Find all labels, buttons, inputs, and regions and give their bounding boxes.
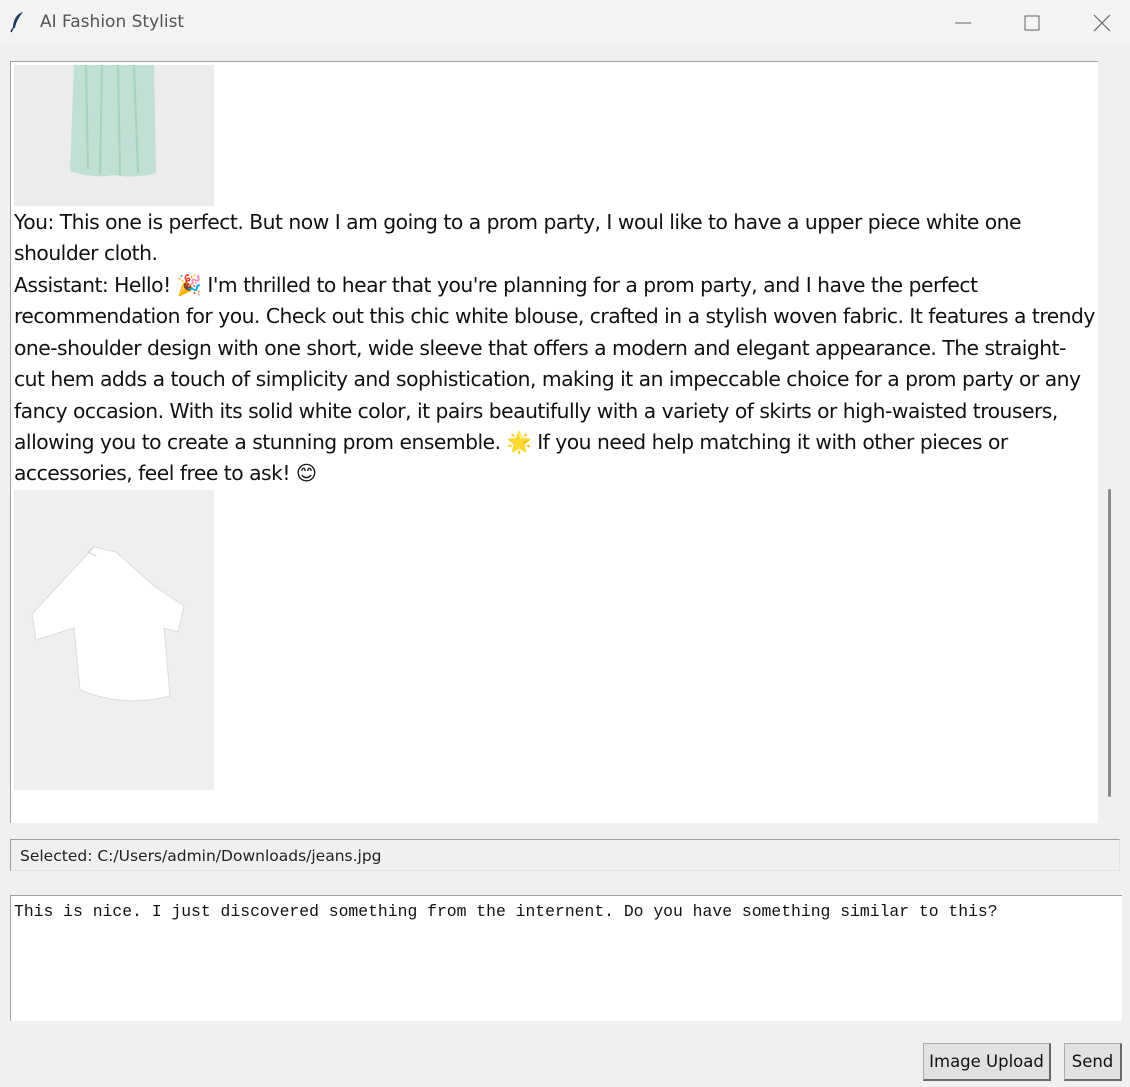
- title-bar: AI Fashion Stylist: [0, 0, 1130, 46]
- window-title: AI Fashion Stylist: [40, 12, 185, 32]
- minimize-button[interactable]: [940, 0, 986, 46]
- image-upload-button[interactable]: Image Upload: [923, 1043, 1051, 1081]
- maximize-icon: [1024, 15, 1040, 31]
- close-button[interactable]: [1079, 0, 1125, 46]
- feather-icon: [10, 12, 23, 33]
- assistant-message: Assistant: Hello! 🎉 I'm thrilled to hear…: [14, 273, 1095, 486]
- close-icon: [1093, 14, 1111, 32]
- message-input[interactable]: This is nice. I just discovered somethin…: [10, 895, 1122, 1021]
- selected-file-label: Selected: C:/Users/admin/Downloads/jeans…: [10, 839, 1120, 871]
- white-one-shoulder-blouse-image: [14, 490, 214, 790]
- chat-history[interactable]: You: This one is perfect. But now I am g…: [10, 61, 1098, 823]
- mint-green-skirt-image: [14, 65, 214, 206]
- user-message: You: This one is perfect. But now I am g…: [14, 210, 1022, 266]
- scrollbar-thumb[interactable]: [1108, 489, 1111, 797]
- minimize-icon: [955, 22, 971, 24]
- maximize-button[interactable]: [1009, 0, 1055, 46]
- send-button[interactable]: Send: [1064, 1043, 1122, 1081]
